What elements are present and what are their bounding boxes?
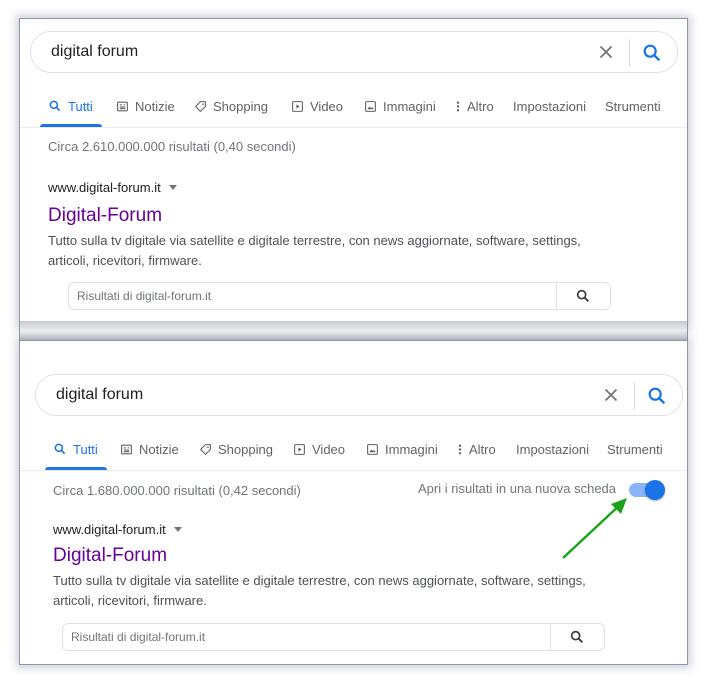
site-search-box[interactable]: Risultati di digital-forum.it [62, 623, 605, 651]
snippet-line: articoli, ricevitori, firmware. [53, 593, 207, 608]
snippet-line: Tutto sulla tv digitale via satellite e … [48, 233, 581, 248]
tab-label: Shopping [213, 98, 268, 114]
snippet-line: articoli, ricevitori, firmware. [48, 253, 202, 268]
search-tabs: Tutti Notizie Shopping Video Immagini Al… [20, 428, 687, 472]
result-title-link[interactable]: Digital-Forum [53, 545, 167, 567]
tab-label: Tutti [68, 98, 93, 114]
tab-label: Tutti [73, 441, 98, 457]
tab-notizie[interactable]: Notizie [116, 85, 175, 127]
play-icon [294, 443, 305, 455]
tab-label: Immagini [383, 98, 436, 114]
tab-label: Altro [467, 98, 494, 114]
tab-label: Shopping [218, 441, 273, 457]
play-icon [292, 100, 303, 112]
tag-icon [195, 100, 206, 112]
tabs-divider [20, 470, 687, 471]
site-search-divider [556, 283, 557, 309]
site-search-box[interactable]: Risultati di digital-forum.it [68, 282, 611, 310]
clear-icon[interactable] [595, 41, 617, 63]
tab-label: Video [310, 98, 344, 114]
tab-immagini[interactable]: Immagini [366, 428, 438, 470]
site-search-divider [550, 624, 551, 650]
new-tab-label: Apri i risultati in una nuova scheda [418, 481, 617, 496]
tab-label: Impostazioni [516, 441, 589, 457]
result-snippet: Tutto sulla tv digitale via satellite e … [48, 231, 668, 271]
more-vertical-icon [456, 101, 460, 111]
tab-strumenti[interactable]: Strumenti [605, 85, 661, 127]
clear-icon[interactable] [600, 384, 622, 406]
tab-video[interactable]: Video [293, 428, 345, 470]
chevron-down-icon[interactable] [173, 527, 182, 532]
tab-label: Strumenti [607, 441, 663, 457]
tab-label: Video [312, 441, 346, 457]
result-snippet: Tutto sulla tv digitale via satellite e … [53, 571, 673, 611]
tab-immagini[interactable]: Immagini [364, 85, 436, 127]
search-icon[interactable] [646, 385, 668, 407]
tab-impostazioni[interactable]: Impostazioni [513, 85, 586, 127]
tab-label: Altro [469, 441, 496, 457]
search-icon[interactable] [641, 42, 663, 64]
search-tabs: Tutti Notizie Shopping Video Immagini Al… [20, 85, 687, 129]
tab-notizie[interactable]: Notizie [120, 428, 179, 470]
result-url[interactable]: www.digital-forum.it [53, 522, 182, 537]
result-stats: Circa 1.680.000.000 risultati (0,42 seco… [53, 483, 301, 498]
tab-shopping[interactable]: Shopping [199, 428, 273, 470]
search-divider [629, 39, 630, 67]
tab-altro[interactable]: Altro [457, 428, 496, 470]
snippet-line: Tutto sulla tv digitale via satellite e … [53, 573, 586, 588]
news-icon [121, 444, 132, 454]
search-divider [634, 382, 635, 410]
news-icon [117, 101, 128, 111]
result-title-link[interactable]: Digital-Forum [48, 205, 162, 227]
search-icon[interactable] [575, 288, 591, 304]
tab-label: Strumenti [605, 98, 661, 114]
image-icon [365, 100, 376, 112]
tabs-divider [20, 127, 687, 128]
search-icon[interactable] [569, 629, 585, 645]
image-icon [367, 443, 378, 455]
search-input[interactable]: digital forum [51, 43, 138, 61]
annotation-arrow-icon [562, 498, 627, 559]
result-url[interactable]: www.digital-forum.it [48, 180, 177, 195]
site-search-input[interactable]: Risultati di digital-forum.it [71, 630, 205, 644]
tab-tutti[interactable]: Tutti [48, 85, 93, 127]
tab-label: Immagini [385, 441, 438, 457]
tab-label: Notizie [135, 98, 175, 114]
tab-tutti[interactable]: Tutti [53, 428, 98, 470]
result-stats: Circa 2.610.000.000 risultati (0,40 seco… [48, 139, 296, 154]
search-box[interactable]: digital forum [30, 31, 678, 73]
site-search-input[interactable]: Risultati di digital-forum.it [77, 289, 211, 303]
search-input[interactable]: digital forum [56, 386, 143, 404]
search-panel-before: digital forum Tutti Notizie Shopping Vid… [19, 18, 688, 328]
search-icon [49, 100, 61, 112]
tab-altro[interactable]: Altro [455, 85, 494, 127]
more-vertical-icon [458, 444, 462, 454]
tag-icon [200, 443, 211, 455]
result-url-text: www.digital-forum.it [53, 522, 166, 537]
chevron-down-icon[interactable] [168, 185, 177, 190]
search-box[interactable]: digital forum [35, 374, 683, 416]
tab-strumenti[interactable]: Strumenti [607, 428, 663, 470]
toggle-knob [645, 480, 665, 500]
tab-label: Notizie [139, 441, 179, 457]
search-icon [54, 443, 66, 455]
result-url-text: www.digital-forum.it [48, 180, 161, 195]
tab-video[interactable]: Video [291, 85, 343, 127]
tab-impostazioni[interactable]: Impostazioni [516, 428, 589, 470]
tab-shopping[interactable]: Shopping [194, 85, 268, 127]
tab-label: Impostazioni [513, 98, 586, 114]
